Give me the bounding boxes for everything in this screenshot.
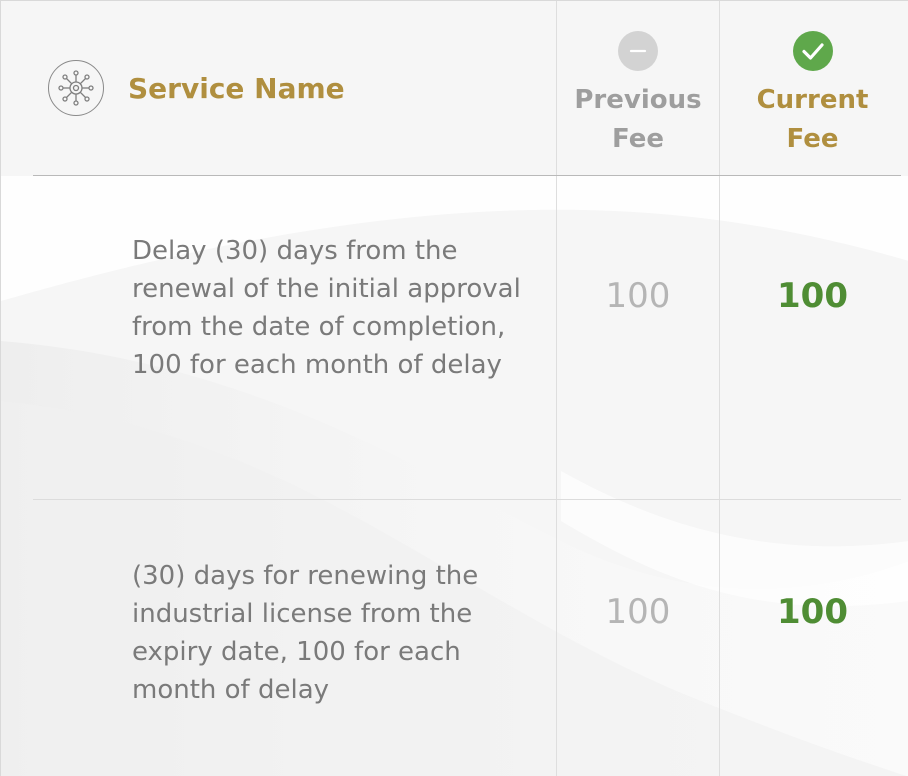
previous-fee-label: Previous Fee (574, 81, 701, 159)
row-divider (33, 499, 901, 500)
previous-fee-label-line2: Fee (612, 124, 664, 154)
current-fee-label-line1: Current (756, 85, 869, 115)
fee-table: Service Name Previous Fee Current Fee De… (0, 0, 908, 776)
current-fee-label-line2: Fee (786, 124, 839, 154)
table-row-1-current-fee: 100 (777, 276, 848, 316)
table-row-2-current-fee: 100 (777, 592, 848, 632)
previous-fee-header: Previous Fee (557, 31, 719, 159)
minus-circle-icon (618, 31, 658, 71)
network-gear-icon (48, 60, 104, 116)
header-divider (33, 175, 901, 176)
table-row-2-description: (30) days for renewing the industrial li… (132, 561, 479, 705)
previous-fee-label-line1: Previous (574, 85, 702, 115)
current-fee-label: Current Fee (757, 81, 869, 159)
check-circle-icon (792, 31, 833, 71)
table-row-1-previous-fee: 100 (605, 276, 671, 316)
service-name-header: Service Name (48, 59, 345, 117)
table-row-2-previous-fee: 100 (605, 592, 671, 632)
service-name-label: Service Name (128, 71, 345, 105)
table-row-1-description: Delay (30) days from the renewal of the … (132, 236, 521, 380)
current-fee-header: Current Fee (720, 31, 905, 159)
